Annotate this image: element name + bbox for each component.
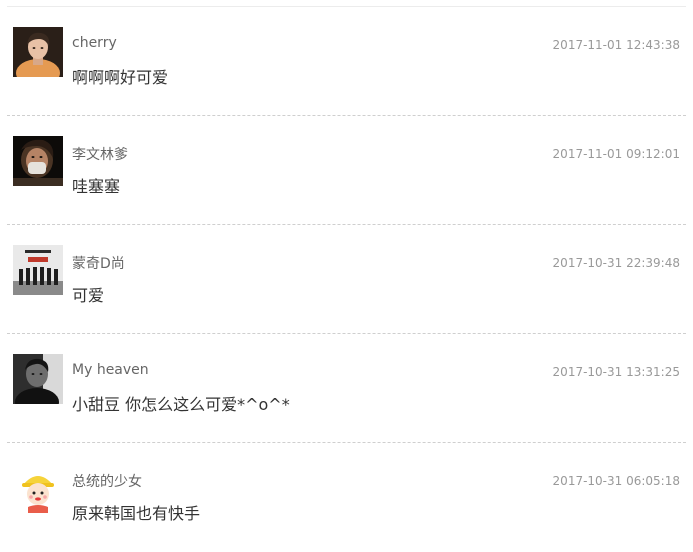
monochrome-portrait-photo-icon bbox=[13, 354, 63, 404]
masked-portrait-photo-icon bbox=[13, 136, 63, 186]
comment-text: 原来韩国也有快手 bbox=[72, 504, 201, 523]
comment-item: 蒙奇D尚 2017-10-31 22:39:48 可爱 bbox=[7, 225, 686, 334]
timestamp: 2017-10-31 06:05:18 bbox=[552, 474, 680, 488]
timestamp: 2017-10-31 22:39:48 bbox=[552, 256, 680, 270]
username[interactable]: cherry bbox=[72, 35, 117, 51]
user-avatar[interactable] bbox=[13, 27, 63, 77]
user-avatar[interactable] bbox=[13, 136, 63, 186]
comment-item: 李文林爹 2017-11-01 09:12:01 哇塞塞 bbox=[7, 116, 686, 225]
username[interactable]: My heaven bbox=[72, 362, 149, 378]
user-avatar[interactable] bbox=[13, 354, 63, 404]
comment-text: 啊啊啊好可爱 bbox=[72, 68, 169, 87]
comment-text: 可爱 bbox=[72, 286, 105, 305]
username[interactable]: 蒙奇D尚 bbox=[72, 253, 125, 273]
user-avatar[interactable] bbox=[13, 463, 63, 513]
comment-item: My heaven 2017-10-31 13:31:25 小甜豆 你怎么这么可… bbox=[7, 334, 686, 443]
comment-text: 哇塞塞 bbox=[72, 177, 121, 196]
comment-list: cherry 2017-11-01 12:43:38 啊啊啊好可爱 李文林爹 2… bbox=[0, 0, 693, 530]
timestamp: 2017-11-01 12:43:38 bbox=[552, 38, 680, 52]
comment-text: 小甜豆 你怎么这么可爱*^o^* bbox=[72, 395, 290, 414]
band-poster-photo-icon bbox=[13, 245, 63, 295]
timestamp: 2017-10-31 13:31:25 bbox=[552, 365, 680, 379]
user-avatar[interactable] bbox=[13, 245, 63, 295]
username[interactable]: 李文林爹 bbox=[72, 144, 128, 164]
comment-item: 总统的少女 2017-10-31 06:05:18 原来韩国也有快手 bbox=[7, 443, 686, 552]
cartoon-child-avatar-icon bbox=[13, 463, 63, 513]
username[interactable]: 总统的少女 bbox=[72, 471, 142, 491]
timestamp: 2017-11-01 09:12:01 bbox=[552, 147, 680, 161]
portrait-photo-icon bbox=[13, 27, 63, 77]
comment-item: cherry 2017-11-01 12:43:38 啊啊啊好可爱 bbox=[7, 7, 686, 116]
